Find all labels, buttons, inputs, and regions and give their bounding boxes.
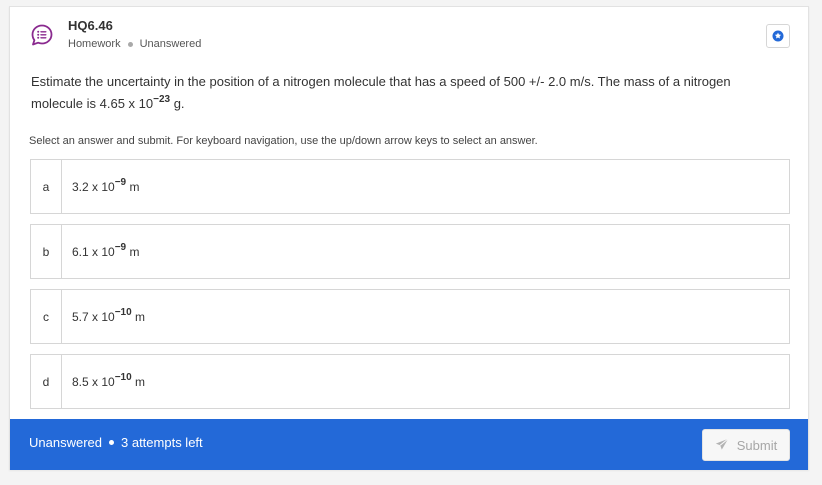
option-mantissa: 8.5 x 10 [72,374,115,389]
question-meta: Homework Unanswered [68,38,201,50]
bookmark-button[interactable] [766,24,790,48]
option-mantissa: 5.7 x 10 [72,309,115,324]
question-code: HQ6.46 [68,18,113,33]
option-unit: m [131,309,146,324]
question-card: HQ6.46 Homework Unanswered Estimate the … [9,6,809,470]
submit-label: Submit [736,437,778,453]
option-unit: m [126,179,140,194]
chat-bubble-list-icon [31,24,53,46]
question-tail: g. [170,96,185,111]
option-unit: m [131,374,146,389]
option-exponent: −10 [114,306,132,318]
question-status: Unanswered [139,38,202,50]
option-exponent: −9 [114,176,127,188]
option-text: 5.7 x 10−10 m [62,306,146,324]
meta-separator [127,41,133,47]
attempt-status: Unanswered 3 attempts left [29,435,203,450]
option-text: 3.2 x 10−9 m [62,176,140,194]
option-exponent: −9 [114,241,127,253]
option-mantissa: 3.2 x 10 [72,179,115,194]
answer-option-b[interactable]: b 6.1 x 10−9 m [30,224,790,279]
instructions-text: Select an answer and submit. For keyboar… [29,135,538,147]
answer-option-c[interactable]: c 5.7 x 10−10 m [30,289,790,344]
option-letter: c [31,290,62,343]
option-letter: a [31,160,62,213]
paper-plane-icon [715,438,729,450]
answer-option-d[interactable]: d 8.5 x 10−10 m [30,354,790,409]
option-exponent: −10 [114,371,132,383]
option-letter: d [31,355,62,408]
question-text: Estimate the uncertainty in the position… [31,71,771,115]
answer-status: Unanswered [29,435,102,450]
star-badge-icon [772,30,784,42]
option-text: 8.5 x 10−10 m [62,371,146,389]
option-mantissa: 6.1 x 10 [72,244,115,259]
attempts-left: 3 attempts left [121,435,203,450]
question-exponent: −23 [153,93,171,105]
question-category: Homework [68,38,121,50]
option-unit: m [126,244,140,259]
submission-footer: Unanswered 3 attempts left Submit [10,419,808,470]
option-text: 6.1 x 10−9 m [62,241,140,259]
status-separator [109,440,114,445]
option-letter: b [31,225,62,278]
question-body: Estimate the uncertainty in the position… [31,74,731,111]
submit-button[interactable]: Submit [702,429,790,461]
answer-option-a[interactable]: a 3.2 x 10−9 m [30,159,790,214]
